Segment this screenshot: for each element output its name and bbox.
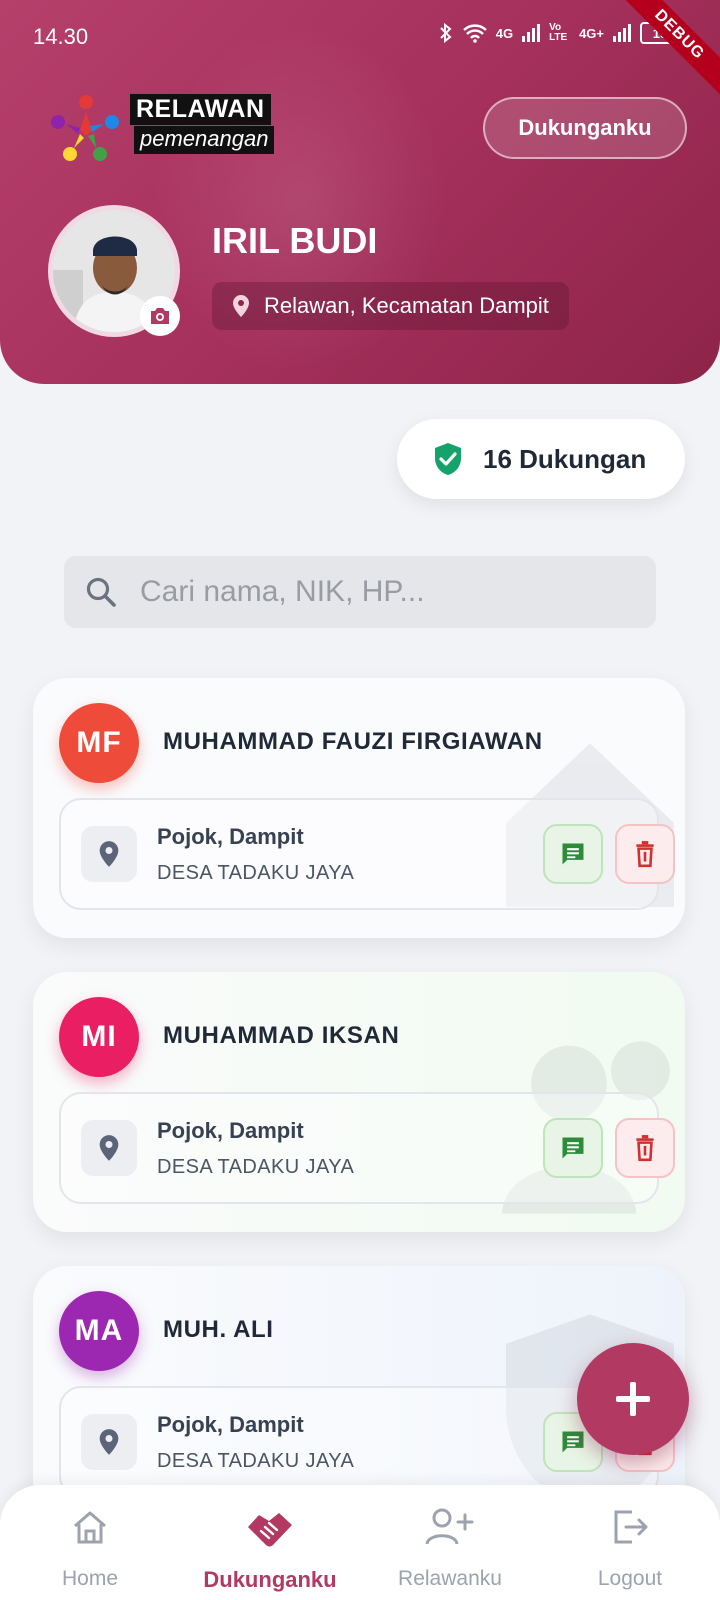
handshake-icon	[248, 1513, 292, 1547]
shield-check-icon	[435, 443, 461, 475]
app-logo: RELAWAN pemenangan	[48, 92, 275, 162]
role-location-badge: Relawan, Kecamatan Dampit	[212, 282, 569, 330]
camera-icon	[151, 308, 169, 324]
supporter-avatar-initials: MI	[59, 997, 139, 1077]
logout-icon	[614, 1510, 648, 1544]
delete-button[interactable]	[615, 824, 675, 884]
logo-subtitle: pemenangan	[134, 126, 275, 154]
message-icon	[562, 1137, 584, 1159]
nav-logout[interactable]: Logout	[540, 1485, 720, 1600]
location-pin-icon	[99, 1135, 119, 1161]
supporter-card[interactable]: MI MUHAMMAD IKSAN Pojok, Dampit DESA TAD…	[33, 972, 685, 1232]
nav-logout-icon-wrap	[540, 1507, 720, 1555]
supporter-village: DESA TADAKU JAYA	[157, 862, 355, 884]
location-pin-icon	[99, 841, 119, 867]
location-icon-box	[81, 826, 137, 882]
signal-icon	[522, 24, 541, 42]
nav-relawanku-label: Relawanku	[398, 1567, 502, 1590]
add-person-icon	[425, 1508, 474, 1545]
nav-relawanku[interactable]: Relawanku	[360, 1485, 540, 1600]
status-bar: 14.30 4G Vo LTE 4G+ 15	[0, 0, 720, 72]
supporter-detail-box: Pojok, Dampit DESA TADAKU JAYA	[59, 1386, 675, 1498]
location-pin-icon	[233, 295, 249, 317]
supporter-card[interactable]: MF MUHAMMAD FAUZI FIRGIAWAN Pojok, Dampi…	[33, 678, 685, 938]
message-icon	[562, 843, 584, 865]
message-button[interactable]	[543, 824, 603, 884]
nav-home-label: Home	[61, 1567, 119, 1590]
location-pin-icon	[99, 1429, 119, 1455]
nav-home[interactable]: Home	[0, 1485, 180, 1600]
nav-home-icon-wrap	[0, 1507, 180, 1555]
location-icon-box	[81, 1414, 137, 1470]
supporter-name: MUHAMMAD IKSAN	[163, 1022, 400, 1049]
wifi-icon	[462, 24, 487, 43]
home-icon	[74, 1511, 106, 1544]
nav-relawanku-icon-wrap	[360, 1507, 540, 1555]
status-time: 14.30	[33, 24, 89, 49]
supporter-village: DESA TADAKU JAYA	[157, 1450, 355, 1472]
status-icons: 4G Vo LTE 4G+ 15	[438, 22, 680, 44]
location-icon-box	[81, 1120, 137, 1176]
search-icon	[86, 577, 116, 607]
logo-people-icon	[51, 95, 119, 161]
supporter-village: DESA TADAKU JAYA	[157, 1156, 355, 1178]
user-name: IRIL BUDI	[212, 220, 378, 261]
nav-dukunganku-icon-wrap	[180, 1507, 360, 1555]
trash-icon	[636, 841, 654, 868]
nav-dukunganku-label: Dukunganku	[203, 1567, 337, 1592]
plus-icon	[616, 1382, 650, 1416]
delete-button[interactable]	[615, 1118, 675, 1178]
supporter-location: Pojok, Dampit	[157, 1118, 304, 1143]
supporter-detail-box: Pojok, Dampit DESA TADAKU JAYA	[59, 798, 675, 910]
role-location-text: Relawan, Kecamatan Dampit	[264, 293, 549, 318]
nav-logout-label: Logout	[597, 1567, 663, 1590]
change-photo-button[interactable]	[140, 296, 180, 336]
message-icon	[562, 1431, 584, 1453]
trash-icon	[636, 1135, 654, 1162]
logo-title: RELAWAN	[130, 94, 271, 125]
bluetooth-icon	[440, 22, 452, 44]
supporter-avatar-initials: MF	[59, 703, 139, 783]
message-button[interactable]	[543, 1118, 603, 1178]
supporter-location: Pojok, Dampit	[157, 824, 304, 849]
supporter-count-chip: 16 Dukungan	[397, 419, 685, 499]
profile-header: 14.30 4G Vo LTE 4G+ 15 DEBUG RELAWAN pem…	[0, 0, 720, 384]
bottom-navigation: Home Dukunganku Relawanku Logout	[0, 1485, 720, 1600]
search-input[interactable]	[140, 575, 620, 609]
search-bar[interactable]	[64, 556, 656, 628]
network-4g-label: 4G	[495, 25, 514, 41]
supporter-count-label: 16 Dukungan	[483, 443, 647, 474]
volte-label: Vo LTE	[549, 22, 568, 43]
supporter-detail-box: Pojok, Dampit DESA TADAKU JAYA	[59, 1092, 675, 1204]
signal-icon	[613, 24, 631, 42]
network-4g-plus-label: 4G+	[579, 25, 604, 41]
supporter-location: Pojok, Dampit	[157, 1412, 304, 1437]
add-supporter-fab[interactable]	[577, 1343, 689, 1455]
supporter-name: MUH. ALI	[163, 1316, 274, 1343]
supporter-avatar-initials: MA	[59, 1291, 139, 1371]
dukunganku-button[interactable]: Dukunganku	[483, 97, 687, 159]
supporter-name: MUHAMMAD FAUZI FIRGIAWAN	[163, 728, 543, 755]
nav-dukunganku[interactable]: Dukunganku	[180, 1485, 360, 1600]
